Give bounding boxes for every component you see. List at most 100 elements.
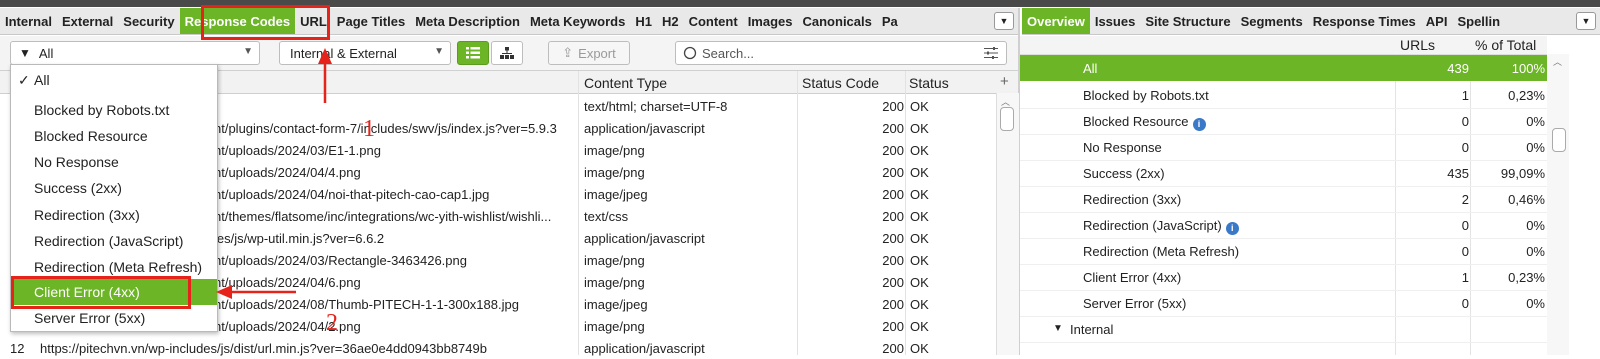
overview-row[interactable]: Client Error (4xx) 1 0,23%	[1020, 264, 1547, 291]
cell-status-code: 200	[882, 341, 904, 356]
cell-status-code: 200	[882, 209, 904, 224]
col-header-urls[interactable]: URLs	[1400, 37, 1435, 53]
cell-url: nt/uploads/2024/04/noi-that-pitech-cao-c…	[214, 187, 490, 202]
list-icon	[466, 47, 480, 59]
tab-content[interactable]: Content	[684, 8, 743, 34]
cell-status: OK	[910, 231, 929, 246]
filter-option-blocked-robots[interactable]: Blocked by Robots.txt	[11, 97, 217, 123]
cell-status: OK	[910, 297, 929, 312]
overview-row-all[interactable]: All 439 100%	[1020, 55, 1547, 81]
overview-pct: 0,23%	[1508, 270, 1545, 285]
overview-row[interactable]: Blocked Resource i 0 0%	[1020, 108, 1547, 135]
filter-option-label: Redirection (3xx)	[34, 207, 140, 223]
filter-option-label: Blocked Resource	[34, 128, 148, 144]
tab-issues[interactable]: Issues	[1090, 8, 1140, 34]
tab-site-structure[interactable]: Site Structure	[1140, 8, 1235, 34]
overview-label: Redirection (3xx)	[1083, 192, 1182, 207]
cell-url: nt/uploads/2024/03/Rectangle-3463426.png	[214, 253, 467, 268]
tab-images[interactable]: Images	[743, 8, 798, 34]
overview-pct: 0%	[1526, 296, 1545, 311]
overview-section-internal[interactable]: ▼ Internal	[1020, 316, 1547, 343]
overview-row[interactable]: Success (2xx) 435 99,09%	[1020, 160, 1547, 187]
overview-label: No Response	[1083, 140, 1162, 155]
cell-status-code: 200	[882, 165, 904, 180]
triangle-down-icon[interactable]: ▼	[1053, 323, 1063, 334]
overview-panel: URLs % of Total All 439 100% Blocked by …	[1020, 36, 1600, 355]
annotation-step-2: 2	[326, 310, 338, 336]
tab-overflow-chevron-down-icon[interactable]: ▼	[994, 12, 1014, 30]
tree-icon	[500, 47, 514, 59]
cell-content-type: application/javascript	[584, 121, 705, 136]
cell-status: OK	[910, 99, 929, 114]
cell-status: OK	[910, 165, 929, 180]
tab-meta-description[interactable]: Meta Description	[410, 8, 525, 34]
tree-view-button[interactable]	[491, 41, 523, 65]
filter-option-redirection-js[interactable]: Redirection (JavaScript)	[11, 228, 217, 254]
info-icon[interactable]: i	[1225, 222, 1239, 235]
cell-url: nt/uploads/2024/03/E1-1.png	[214, 143, 381, 158]
cell-content-type: application/javascript	[584, 341, 705, 356]
tab-meta-keywords[interactable]: Meta Keywords	[525, 8, 630, 34]
tab-response-times[interactable]: Response Times	[1308, 8, 1421, 34]
filter-option-blocked-resource[interactable]: Blocked Resource	[11, 123, 217, 149]
tab-external[interactable]: External	[57, 8, 118, 34]
tab-pagination[interactable]: Pa	[877, 8, 903, 34]
cell-status-code: 200	[882, 275, 904, 290]
grid-scroll-thumb[interactable]	[1000, 107, 1014, 131]
search-options-sliders-icon[interactable]	[984, 47, 998, 59]
overview-urls: 435	[1447, 166, 1469, 181]
tab-segments[interactable]: Segments	[1236, 8, 1308, 34]
search-input[interactable]: Search...	[702, 46, 754, 61]
cell-status: OK	[910, 121, 929, 136]
scope-select[interactable]: Internal & External ▼	[279, 41, 451, 65]
tab-api[interactable]: API	[1421, 8, 1453, 34]
overview-row[interactable]: Server Error (5xx) 0 0%	[1020, 290, 1547, 317]
overview-scroll-thumb[interactable]	[1552, 128, 1566, 152]
col-header-content-type[interactable]: Content Type	[584, 75, 667, 91]
overview-label-text: Blocked Resource	[1083, 114, 1189, 129]
cell-status-code: 200	[882, 99, 904, 114]
filter-option-success[interactable]: Success (2xx)	[11, 175, 217, 201]
overview-row[interactable]: No Response 0 0%	[1020, 134, 1547, 161]
cell-content-type: image/jpeg	[584, 187, 648, 202]
overview-header: URLs % of Total	[1020, 36, 1547, 55]
overview-row[interactable]: Blocked by Robots.txt 1 0,23%	[1020, 82, 1547, 109]
cell-url: nt/uploads/2024/08/Thumb-PITECH-1-1-300x…	[214, 297, 519, 312]
overview-urls: 2	[1461, 192, 1469, 207]
tab-canonicals[interactable]: Canonicals	[798, 8, 877, 34]
filter-option-label: No Response	[34, 154, 119, 170]
filter-option-redirection[interactable]: Redirection (3xx)	[11, 202, 217, 228]
overview-row[interactable]: Redirection (3xx) 2 0,46%	[1020, 186, 1547, 213]
grid-scrollbar[interactable]	[996, 93, 1019, 355]
cell-url: les/js/wp-util.min.js?ver=6.6.2	[214, 231, 385, 246]
scroll-up-icon[interactable]: ︿	[1553, 55, 1562, 68]
table-row[interactable]: 12 https://pitechvn.vn/wp-includes/js/di…	[0, 337, 1018, 359]
filter-option-all[interactable]: ✓ All	[11, 67, 217, 93]
tab-security[interactable]: Security	[118, 8, 179, 34]
tab-h1[interactable]: H1	[630, 8, 657, 34]
tab-spelling[interactable]: Spellin	[1452, 8, 1505, 34]
col-header-pct-total[interactable]: % of Total	[1475, 37, 1536, 53]
cell-status-code: 200	[882, 297, 904, 312]
funnel-icon: ▼	[19, 46, 31, 60]
overview-scrollbar[interactable]	[1547, 54, 1569, 355]
overview-row[interactable]: Redirection (JavaScript) i 0 0%	[1020, 212, 1547, 239]
col-header-status[interactable]: Status	[909, 75, 949, 91]
add-column-icon[interactable]: +	[1000, 73, 1009, 90]
cell-status-code: 200	[882, 231, 904, 246]
cell-status-code: 200	[882, 121, 904, 136]
tab-internal[interactable]: Internal	[0, 8, 57, 34]
export-button[interactable]: ⇪ Export	[548, 41, 630, 65]
right-tab-overflow-chevron-down-icon[interactable]: ▼	[1576, 12, 1596, 30]
search-field[interactable]: Search...	[675, 41, 1007, 65]
filter-select[interactable]: ▼ All ▼	[10, 41, 260, 65]
filter-option-no-response[interactable]: No Response	[11, 149, 217, 175]
cell-content-type: text/html; charset=UTF-8	[584, 99, 728, 114]
tab-h2[interactable]: H2	[657, 8, 684, 34]
tab-overview[interactable]: Overview	[1022, 8, 1090, 34]
list-view-button[interactable]	[457, 41, 489, 65]
tab-page-titles[interactable]: Page Titles	[332, 8, 410, 34]
info-icon[interactable]: i	[1192, 118, 1206, 131]
overview-row[interactable]: Redirection (Meta Refresh) 0 0%	[1020, 238, 1547, 265]
col-header-status-code[interactable]: Status Code	[802, 75, 879, 91]
